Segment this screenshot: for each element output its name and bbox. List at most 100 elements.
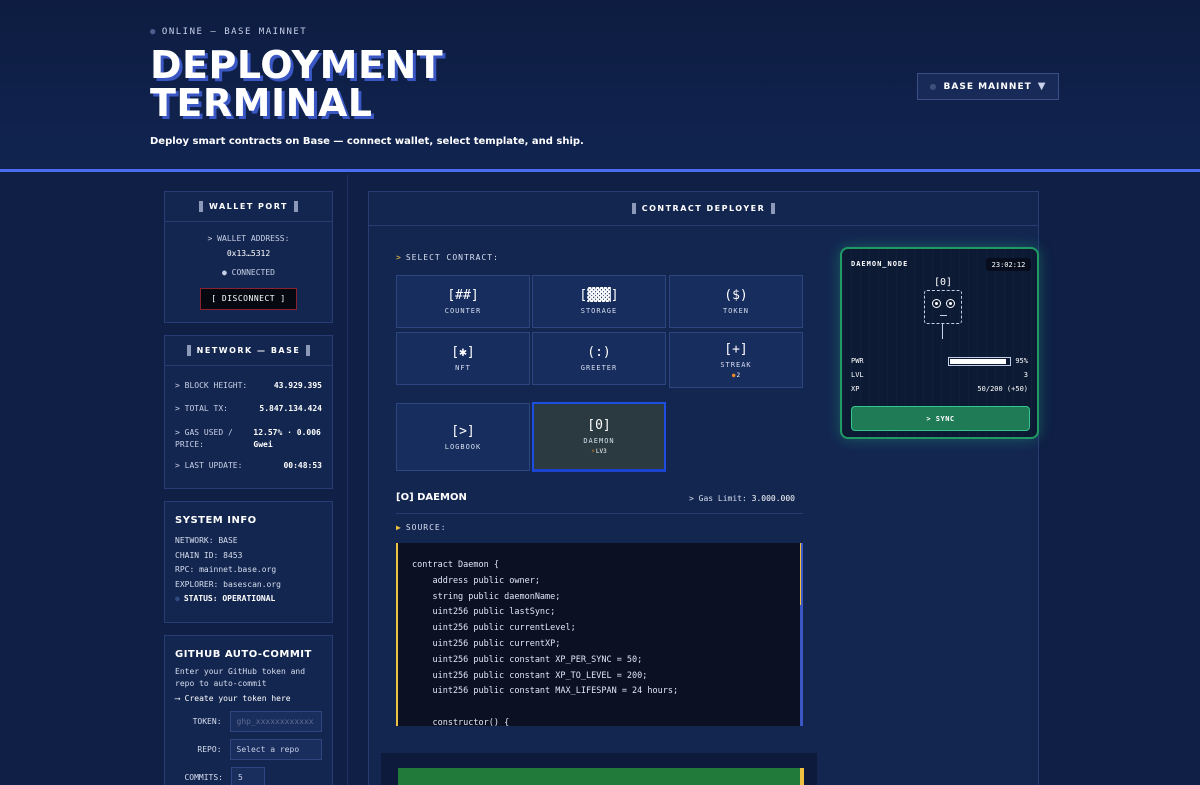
- daemon-node-card: DAEMON_NODE 23:02:12 [0] PWR 95% LVL 3 X…: [840, 247, 1039, 439]
- gas-limit-value: 3.000.000: [751, 494, 795, 503]
- level-text: LV3: [595, 448, 607, 455]
- tile-nft[interactable]: [✱] NFT: [396, 332, 530, 385]
- greeter-icon: (:): [587, 345, 611, 360]
- network-heading-text: NETWORK — BASE: [196, 346, 301, 355]
- tile-label: TOKEN: [722, 307, 750, 315]
- wallet-heading-text: WALLET PORT: [209, 202, 288, 211]
- tile-greeter[interactable]: (:) GREETER: [532, 332, 666, 385]
- tile-storage[interactable]: [▓▓▓] STORAGE: [532, 275, 666, 328]
- github-panel: GITHUB AUTO-COMMIT Enter your GitHub tok…: [164, 635, 333, 785]
- source-label: ▶ SOURCE:: [396, 523, 447, 532]
- token-input[interactable]: ghp_xxxxxxxxxxxx: [229, 711, 322, 732]
- info-rpc: RPC: mainnet.base.org: [175, 565, 277, 574]
- xp-row: XP 50/200 (+50): [851, 382, 1028, 396]
- counter-icon: [##]: [447, 288, 479, 303]
- wallet-address: 0x13…5312: [226, 249, 271, 258]
- stat-label: > GAS USED / PRICE:: [175, 428, 233, 449]
- triangle-right-icon: ▶: [396, 523, 402, 532]
- wallet-address-label: > WALLET ADDRESS:: [207, 234, 290, 243]
- disconnect-button[interactable]: [ DISCONNECT ]: [200, 288, 297, 310]
- bar-icon: [631, 203, 636, 214]
- stat-label: > TOTAL TX:: [175, 404, 228, 413]
- pwr-value: 95%: [1015, 357, 1028, 365]
- page-header: ● ONLINE — BASE MAINNET DEPLOYMENT TERMIN…: [0, 0, 1200, 172]
- gas-limit: > Gas Limit: 3.000.000: [689, 494, 795, 503]
- sync-button[interactable]: > SYNC: [851, 406, 1030, 431]
- stat-row-last-update: > LAST UPDATE: 00:48:53: [165, 461, 332, 481]
- network-selector-button[interactable]: ● BASE MAINNET ▼: [917, 73, 1059, 100]
- divider: [396, 513, 803, 514]
- stat-label: > BLOCK HEIGHT:: [175, 381, 248, 390]
- stat-value: 12.57% · 0.006 Gwei: [253, 428, 321, 449]
- title-line-1: DEPLOYMENT: [150, 43, 444, 87]
- lvl-value: 3: [1023, 371, 1028, 379]
- system-info-panel: SYSTEM INFO NETWORK: BASE CHAIN ID: 8453…: [164, 501, 333, 623]
- commits-input[interactable]: 5: [231, 767, 265, 785]
- chevron-down-icon: ▼: [1037, 81, 1047, 92]
- code-line: uint256 public constant XP_TO_LEVEL = 20…: [412, 670, 648, 681]
- stat-value: 00:48:53: [283, 461, 322, 470]
- code-line: uint256 public currentLevel;: [412, 623, 576, 634]
- token-row: TOKEN: ghp_xxxxxxxxxxxx: [165, 711, 332, 732]
- node-stats: PWR 95% LVL 3 XP 50/200 (+50): [851, 354, 1028, 396]
- code-line: string public daemonName;: [412, 591, 561, 602]
- tile-token[interactable]: ($) TOKEN: [669, 275, 803, 328]
- pwr-row: PWR 95%: [851, 354, 1028, 368]
- robot-icon: [0]: [922, 277, 964, 347]
- power-bar: [948, 356, 1012, 366]
- status-dot-icon: ●: [175, 594, 180, 603]
- robot-neck: [942, 324, 943, 339]
- flame-icon: ●: [731, 371, 736, 379]
- source-label-text: SOURCE:: [405, 523, 447, 532]
- tile-logbook[interactable]: [>] LOGBOOK: [396, 403, 530, 471]
- daemon-icon: [0]: [587, 418, 611, 433]
- select-contract-text: SELECT CONTRACT:: [405, 253, 499, 262]
- tile-label: STREAK: [720, 360, 752, 369]
- stat-label: > LAST UPDATE:: [175, 461, 243, 470]
- pwr-meter: 95%: [948, 356, 1028, 366]
- streak-count: 2: [736, 371, 741, 379]
- robot-head-label: [0]: [933, 277, 953, 288]
- status-line: ● ONLINE — BASE MAINNET: [150, 27, 307, 37]
- tile-label: GREETER: [580, 364, 618, 372]
- create-token-link[interactable]: ⟶ Create your token here: [165, 690, 332, 703]
- tile-counter[interactable]: [##] COUNTER: [396, 275, 530, 328]
- commits-row: COMMITS: 5: [165, 767, 332, 785]
- tile-label: COUNTER: [444, 307, 482, 315]
- code-line: uint256 public constant XP_PER_SYNC = 50…: [412, 654, 643, 665]
- robot-mouth: [940, 315, 947, 316]
- github-heading: GITHUB AUTO-COMMIT: [175, 649, 312, 660]
- lightning-icon: ⚡: [591, 448, 595, 455]
- tile-label: LOGBOOK: [444, 442, 482, 451]
- xp-label: XP: [851, 385, 860, 393]
- code-line: uint256 public lastSync;: [412, 607, 556, 618]
- wallet-panel: WALLET PORT > WALLET ADDRESS: 0x13…5312 …: [164, 191, 333, 323]
- repo-select[interactable]: Select a repo: [229, 739, 322, 760]
- lvl-label: LVL: [851, 371, 864, 379]
- network-panel: NETWORK — BASE > BLOCK HEIGHT: 43.929.39…: [164, 335, 333, 489]
- source-code-view[interactable]: contract Daemon { address public owner; …: [396, 543, 803, 726]
- stat-row-block-height: > BLOCK HEIGHT: 43.929.395: [165, 381, 332, 404]
- wallet-panel-heading: WALLET PORT: [165, 192, 332, 222]
- scroll-indicator: [800, 543, 801, 605]
- deployer-heading: CONTRACT DEPLOYER: [369, 192, 1038, 226]
- logbook-icon: [>]: [451, 423, 475, 439]
- deploy-button[interactable]: [398, 768, 804, 785]
- tile-label: NFT: [455, 364, 471, 372]
- tile-streak[interactable]: [+] STREAK ●2: [669, 332, 803, 388]
- node-name: DAEMON_NODE: [851, 260, 909, 268]
- network-panel-heading: NETWORK — BASE: [165, 336, 332, 366]
- status-dot-icon: ●: [150, 27, 157, 37]
- system-status: ● STATUS: OPERATIONAL: [165, 592, 332, 603]
- tile-label: STORAGE: [580, 307, 618, 315]
- tile-label: DAEMON: [583, 437, 615, 445]
- bar-icon: [306, 345, 311, 356]
- system-status-text: STATUS: OPERATIONAL: [183, 594, 276, 603]
- stat-value: 5.847.134.424: [259, 404, 322, 413]
- bar-icon: [293, 201, 298, 212]
- tile-daemon[interactable]: [0] DAEMON ⚡LV3: [532, 402, 666, 472]
- token-icon: ($): [724, 288, 748, 303]
- code-line: constructor() {: [412, 717, 510, 726]
- system-info-heading: SYSTEM INFO: [175, 515, 257, 526]
- power-bar-fill: [950, 358, 1007, 364]
